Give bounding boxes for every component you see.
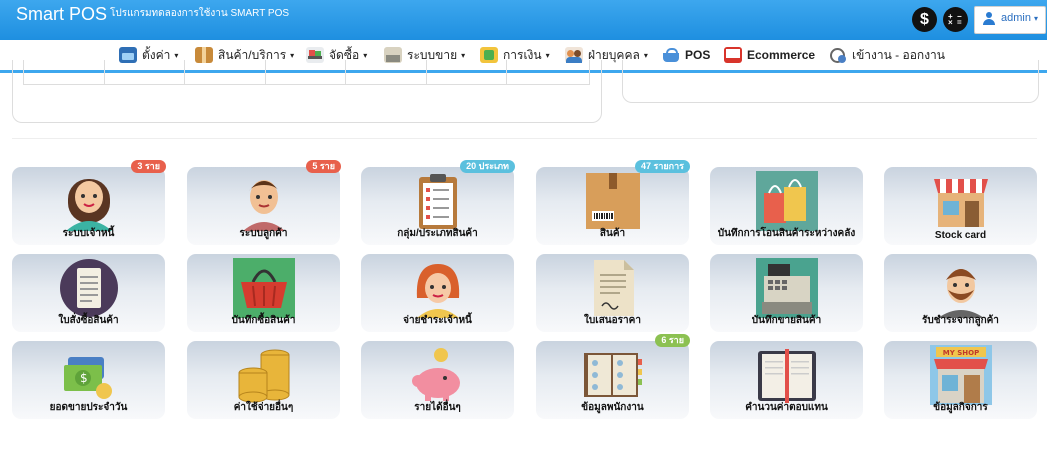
dollar-icon: $	[920, 11, 929, 28]
coin-stacks-icon	[233, 345, 295, 405]
menu-tile[interactable]: $ ยอดขายประจำวัน	[12, 341, 165, 419]
menu-tile[interactable]: บันทึกซื้อสินค้า	[187, 254, 340, 332]
right-chart-panel	[622, 60, 1039, 103]
menu-tile[interactable]: สินค้า 47 รายการ	[536, 160, 690, 245]
menu-tile-label: ระบบลูกค้า	[239, 228, 288, 239]
menu-tile[interactable]: ระบบลูกค้า 5 ราย	[187, 160, 341, 245]
notebook-icon	[756, 345, 818, 405]
menu-tile-label: รายได้อื่นๆ	[414, 402, 461, 413]
menu-tile[interactable]: กลุ่ม/ประเภทสินค้า 20 ประเภท	[361, 160, 515, 245]
barcode-box-icon	[582, 171, 644, 231]
top-bar: Smart POS โปรแกรมทดลองการใช้งาน SMART PO…	[0, 0, 1047, 40]
my-shop-icon: MY SHOP	[929, 345, 992, 405]
clipboard-checklist-icon	[407, 171, 469, 231]
menu-tile-label: ระบบเจ้าหนี้	[62, 228, 115, 239]
section-divider	[12, 138, 1037, 139]
menu-tile[interactable]: MY SHOP ข้อมูลกิจการ	[884, 341, 1037, 419]
svg-text:$: $	[80, 371, 88, 385]
menu-tile[interactable]: บันทึกการโอนสินค้าระหว่างคลัง	[710, 167, 863, 245]
menu-tile[interactable]: รับชำระจากลูกค้า	[884, 254, 1037, 332]
menu-tile-label: บันทึกซื้อสินค้า	[231, 315, 296, 326]
menu-tile[interactable]: ใบสั่งซื้อสินค้า	[12, 254, 165, 332]
cash-register-icon	[755, 258, 818, 318]
menu-tile-label: บันทึกการโอนสินค้าระหว่างคลัง	[717, 228, 856, 239]
calculator-icon: + − × =	[948, 12, 962, 27]
menu-tile[interactable]: ข้อมูลพนักงาน 6 ราย	[536, 334, 690, 419]
chart-grid	[23, 60, 590, 85]
menu-tile-label: ยอดขายประจำวัน	[49, 402, 128, 413]
piggy-bank-icon	[407, 345, 469, 405]
money-cards-icon: $	[58, 345, 120, 405]
woman-avatar-icon	[58, 171, 120, 231]
menu-tile-label: กลุ่ม/ประเภทสินค้า	[397, 228, 478, 239]
menu-tile[interactable]: คำนวนค่าตอบแทน	[710, 341, 863, 419]
menu-tile-label: ใบสั่งซื้อสินค้า	[58, 315, 119, 326]
menu-tile-label: คำนวนค่าตอบแทน	[745, 402, 828, 413]
menu-tile[interactable]: บันทึกขายสินค้า	[710, 254, 863, 332]
menu-tile-label: บันทึกขายสินค้า	[751, 315, 822, 326]
menu-tile-label: จ่ายชำระเจ้าหนี้	[403, 315, 472, 326]
menu-tile-label: ข้อมูลพนักงาน	[581, 402, 644, 413]
left-chart-panel	[12, 60, 602, 123]
redhead-woman-icon	[407, 258, 469, 318]
menu-tile-label: Stock card	[934, 230, 987, 241]
man-avatar-icon	[233, 171, 295, 231]
menu-tile[interactable]: ระบบเจ้าหนี้ 3 ราย	[12, 160, 166, 245]
shopping-bags-icon	[755, 171, 818, 231]
currency-button[interactable]: $	[912, 7, 937, 32]
user-name: admin ▾	[1001, 12, 1039, 24]
calculator-button[interactable]: + − × =	[943, 7, 968, 32]
menu-tile-label: ค่าใช้จ่ายอื่นๆ	[233, 402, 294, 413]
document-signature-icon	[582, 258, 644, 318]
count-badge: 3 ราย	[131, 160, 166, 173]
menu-tile-label: รับชำระจากลูกค้า	[922, 315, 999, 326]
app-subtitle: โปรแกรมทดลองการใช้งาน SMART POS	[110, 8, 290, 19]
menu-tile[interactable]: รายได้อื่นๆ	[361, 341, 514, 419]
count-badge: 5 ราย	[306, 160, 341, 173]
app-brand[interactable]: Smart POS	[16, 4, 107, 25]
count-badge: 47 รายการ	[634, 160, 690, 173]
basket-icon	[232, 258, 295, 318]
menu-tile-label: ข้อมูลกิจการ	[933, 402, 988, 413]
count-badge: 20 ประเภท	[460, 160, 515, 173]
menu-tile[interactable]: ใบเสนอราคา	[536, 254, 689, 332]
count-badge: 6 ราย	[655, 334, 690, 347]
menu-tile-label: สินค้า	[599, 228, 626, 239]
storefront-icon	[930, 171, 992, 231]
user-menu[interactable]: admin ▾	[974, 6, 1046, 34]
menu-tile[interactable]: Stock card	[884, 167, 1037, 245]
notepad-icon	[58, 258, 120, 318]
menu-tile[interactable]: ค่าใช้จ่ายอื่นๆ	[187, 341, 340, 419]
address-book-icon	[582, 345, 644, 405]
menu-tile-label: ใบเสนอราคา	[584, 315, 641, 326]
svg-text:MY SHOP: MY SHOP	[942, 349, 978, 357]
menu-tile[interactable]: จ่ายชำระเจ้าหนี้	[361, 254, 514, 332]
bearded-man-icon	[930, 258, 992, 318]
user-icon	[983, 12, 995, 25]
